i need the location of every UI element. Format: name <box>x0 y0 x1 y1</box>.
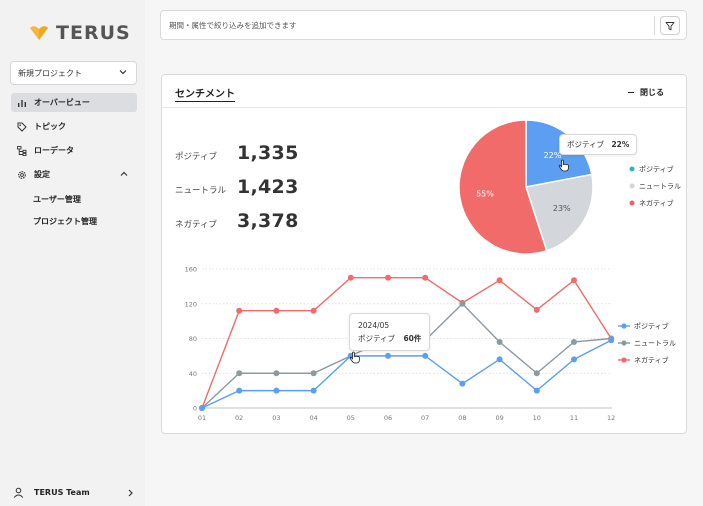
data-point <box>199 405 205 411</box>
sidebar-item-label: トピック <box>34 122 66 131</box>
x-tick-label: 04 <box>309 414 317 422</box>
data-point <box>422 274 429 281</box>
data-point <box>571 338 577 345</box>
data-point <box>273 387 280 394</box>
tag-icon <box>17 122 27 132</box>
x-tick-label: 09 <box>495 414 503 422</box>
data-point <box>310 370 317 377</box>
data-point <box>533 370 540 377</box>
x-tick-label: 02 <box>235 414 243 422</box>
sidebar-item-label: 設定 <box>34 170 50 179</box>
chevron-down-icon <box>119 70 127 75</box>
line-tooltip-title: 2024/05 <box>358 321 390 330</box>
line-tooltip-name: ポジティブ <box>358 334 396 343</box>
legend-marker <box>621 340 627 346</box>
data-point <box>310 387 317 394</box>
chevron-right-icon <box>128 489 133 497</box>
data-point <box>608 337 615 344</box>
x-tick-label: 07 <box>421 414 429 422</box>
filter-placeholder: 期間・属性で絞り込みを追加できます <box>169 20 297 30</box>
data-point <box>385 274 391 281</box>
line-tooltip-value: 60件 <box>403 334 422 343</box>
y-tick-label: 40 <box>189 370 197 378</box>
x-tick-label: 08 <box>458 414 466 422</box>
logo-mark-icon <box>30 26 48 40</box>
sidebar-item-rawdata[interactable]: ローデータ <box>11 141 137 160</box>
x-tick-label: 01 <box>198 414 206 422</box>
y-tick-label: 80 <box>189 335 197 343</box>
data-point <box>422 352 429 359</box>
data-point <box>273 307 280 314</box>
filter-divider <box>654 16 655 35</box>
y-tick-label: 0 <box>193 405 197 413</box>
gear-icon <box>17 170 27 180</box>
brand-name: TERUS <box>56 22 131 44</box>
user-name: TERUS Team <box>34 488 90 497</box>
bar-chart-icon <box>17 98 27 108</box>
data-point <box>496 277 503 284</box>
legend-marker <box>621 357 627 363</box>
project-select[interactable]: 新規プロジェクト <box>10 61 137 85</box>
y-tick-label: 120 <box>185 300 197 308</box>
chevron-up-icon <box>120 171 128 176</box>
tree-icon <box>17 145 27 156</box>
y-tick-label: 160 <box>185 266 197 274</box>
sentiment-card: センチメント 閉じる ポジティブ 1,335 ニュートラル 1,423 ネガティ… <box>161 74 687 434</box>
x-tick-label: 05 <box>347 414 355 422</box>
data-point <box>310 307 317 314</box>
data-point <box>571 277 577 284</box>
line-tooltip: 2024/05 ポジティブ 60件 <box>349 313 431 351</box>
x-tick-label: 10 <box>533 414 541 422</box>
data-point <box>533 387 540 394</box>
data-point <box>347 274 354 281</box>
sidebar-item-overview[interactable]: オーバービュー <box>11 93 137 112</box>
user-menu[interactable]: TERUS Team <box>0 479 145 506</box>
legend-label: ポジティブ <box>634 322 669 331</box>
sidebar-item-label: オーバービュー <box>34 98 90 107</box>
data-point <box>459 300 466 307</box>
data-point <box>273 370 280 377</box>
data-point <box>236 370 243 377</box>
x-tick-label: 12 <box>607 414 615 422</box>
sidebar-item-label: ローデータ <box>34 146 74 155</box>
x-tick-label: 06 <box>384 414 392 422</box>
data-point <box>533 306 540 313</box>
data-point <box>385 352 391 359</box>
data-point <box>496 356 503 363</box>
data-point <box>236 387 243 394</box>
project-select-value: 新規プロジェクト <box>18 68 82 78</box>
filter-input[interactable]: 期間・属性で絞り込みを追加できます <box>160 10 687 40</box>
line-chart: 0 40 80 120 160 01 02 03 04 05 06 07 08 09 10 11 12 ポジティブ… <box>185 266 676 423</box>
sidebar-item-settings[interactable]: 設定 <box>11 165 137 184</box>
legend-label: ネガティブ <box>634 356 669 365</box>
data-point <box>236 307 243 314</box>
sidebar-item-topic[interactable]: トピック <box>11 117 137 136</box>
terus-logo[interactable]: TERUS <box>28 22 131 44</box>
x-tick-label: 11 <box>570 414 578 422</box>
hand-cursor-icon <box>349 351 360 364</box>
data-point <box>496 338 503 345</box>
x-tick-label: 03 <box>272 414 280 422</box>
sidebar-subitem-user-management[interactable]: ユーザー管理 <box>33 194 81 205</box>
data-point <box>459 380 466 387</box>
legend-marker <box>621 323 627 329</box>
data-point <box>571 356 577 363</box>
user-icon <box>13 487 24 498</box>
legend-label: ニュートラル <box>634 340 676 348</box>
filter-icon <box>665 21 675 30</box>
filter-button[interactable] <box>660 16 680 35</box>
sidebar: TERUS 新規プロジェクト オーバービュー トピック ローデータ 設定 ユーザ… <box>0 0 145 506</box>
sidebar-subitem-project-management[interactable]: プロジェクト管理 <box>33 216 97 227</box>
